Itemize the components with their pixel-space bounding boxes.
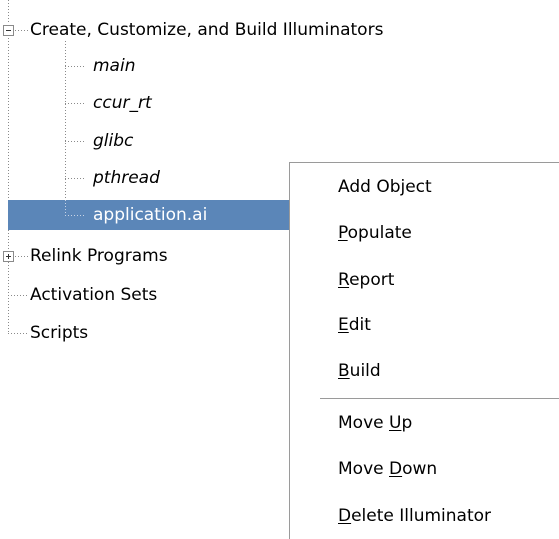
menu-item-add-object[interactable]: Add Object [338, 176, 432, 198]
menu-item-delete-illuminator[interactable]: Delete Illuminator [338, 505, 491, 527]
menu-item-build[interactable]: Build [338, 360, 381, 382]
menu-separator [320, 398, 559, 399]
menu-item-move-up[interactable]: Move Up [338, 412, 412, 434]
menu-item-report[interactable]: Report [338, 269, 394, 291]
tree-node-scripts[interactable]: Scripts [30, 322, 88, 344]
expand-toggle-icon[interactable] [3, 251, 14, 262]
menu-item-edit[interactable]: Edit [338, 314, 371, 336]
selected-row-connector [65, 200, 85, 216]
context-menu: Add Object Populate Report Edit Build Mo… [289, 162, 559, 539]
tree-node-relink-programs[interactable]: Relink Programs [30, 245, 168, 267]
tree-node-pthread[interactable]: pthread [93, 167, 160, 189]
menu-item-move-down[interactable]: Move Down [338, 458, 437, 480]
menu-item-populate[interactable]: Populate [338, 222, 412, 244]
tree-node-application-ai[interactable]: application.ai [93, 204, 207, 226]
tree-node-ccur-rt[interactable]: ccur_rt [93, 92, 152, 114]
tree-node-activation-sets[interactable]: Activation Sets [30, 284, 157, 306]
